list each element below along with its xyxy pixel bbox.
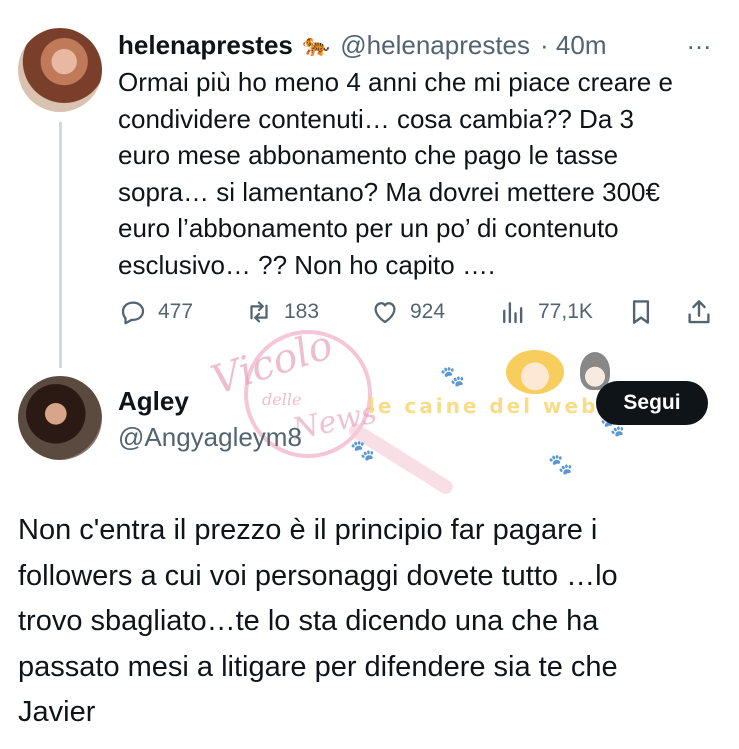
reply-button[interactable]: 477 [118,294,193,330]
retweet-button[interactable]: 183 [244,294,319,330]
tweet1-line: euro mese abbonamento che pago le tasse [118,140,619,171]
views-chart-icon [503,302,523,324]
tweet2-line: Non c'entra il prezzo è il principio far… [18,514,598,546]
tweet2-line: Javier [18,696,96,728]
watermark-banner: le caine del web [368,394,599,418]
tweet1-header: helenaprestes 🐅 @helenaprestes · 40m [118,28,606,62]
more-options-icon[interactable]: … [686,27,720,58]
tweet1-line: euro l’abbonamento per un po’ di contenu… [118,213,619,244]
tweet1-line: Ormai più ho meno 4 anni che mi piace cr… [118,67,673,97]
tweet1-line: esclusivo… ?? Non ho capito …. [118,249,496,280]
paw-print-icon: 🐾 [440,366,465,388]
tiger-emoji-icon: 🐅 [302,32,331,57]
thread-connector-line [59,122,62,368]
like-button[interactable]: 924 [370,294,445,330]
tweet1-handle[interactable]: @helenaprestes [340,30,530,61]
watermark-script-small: delle [262,390,302,409]
views-button[interactable]: 77,1K [498,294,593,330]
follow-button[interactable]: Segui [596,381,708,425]
share-button[interactable] [684,294,714,330]
like-count: 924 [410,300,446,323]
retweet-count: 183 [284,300,320,323]
tweet1-line: condividere contenuti… cosa cambia?? Da … [118,103,634,134]
reply-count: 477 [158,300,194,323]
watermark-magnifier-handle [346,421,456,497]
tweet1-action-bar: 477 183 924 77,1K [118,294,723,330]
tweet1-text: Ormai più ho meno 4 anni che mi piace cr… [118,64,728,284]
tweet2-line: passato mesi a litigare per difendere si… [18,650,618,683]
avatar-helenaprestes[interactable] [18,28,102,112]
tweet2-line: followers a cui voi personaggi dovete tu… [18,559,618,592]
watermark-script-top: Vicolo [205,321,339,405]
tweet2-handle[interactable]: @Angyagleym8 [118,422,302,453]
tweet2-line: trovo sbagliato…te lo sta dicendo una ch… [18,605,599,637]
tweet1-timestamp[interactable]: · 40m [540,30,606,61]
tweet1-line: sopra… si lamentano? Ma dovrei mettere 3… [118,176,660,207]
heart-icon [374,302,396,324]
paw-print-icon: 🐾 [548,454,573,476]
avatar-agley[interactable] [18,376,102,460]
tweet2-text: Non c'entra il prezzo è il principio far… [18,508,723,736]
tweet1-display-name[interactable]: helenaprestes [118,30,293,61]
bookmark-button[interactable] [626,294,656,330]
retweet-icon [250,301,268,323]
bookmark-icon [632,300,650,324]
share-icon [688,300,710,324]
watermark-cartoon-icon [506,350,564,394]
reply-icon [121,301,145,325]
watermark-script-bottom: News [289,395,380,448]
views-count: 77,1K [538,300,593,323]
tweet2-display-name[interactable]: Agley [118,386,189,417]
paw-print-icon: 🐾 [350,440,375,462]
